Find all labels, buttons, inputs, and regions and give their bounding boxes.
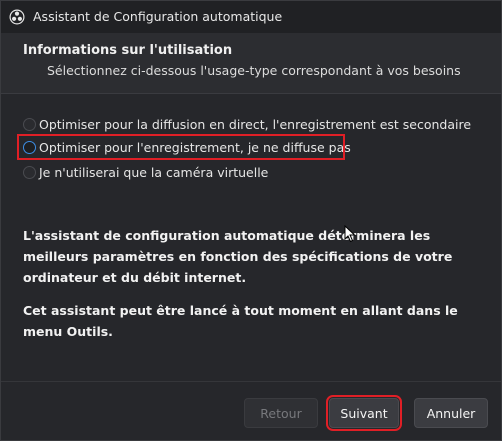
- cancel-button[interactable]: Annuler: [414, 398, 488, 428]
- button-bar: Retour Suivant Annuler: [1, 381, 501, 440]
- page-header: Informations sur l'utilisation Sélection…: [1, 33, 501, 94]
- option-virtual-camera-label: Je n'utiliserai que la caméra virtuelle: [39, 164, 269, 180]
- back-button[interactable]: Retour: [244, 398, 318, 428]
- wizard-window: Assistant de Configuration automatique I…: [0, 0, 502, 441]
- option-recording-label: Optimiser pour l'enregistrement, je ne d…: [39, 139, 351, 155]
- description-text: L'assistant de configuration automatique…: [23, 225, 483, 354]
- option-streaming[interactable]: Optimiser pour la diffusion en direct, l…: [23, 113, 471, 135]
- option-streaming-label: Optimiser pour la diffusion en direct, l…: [39, 116, 472, 132]
- title-bar[interactable]: Assistant de Configuration automatique: [1, 1, 501, 33]
- description-paragraph-2: Cet assistant peut être lancé à tout mom…: [23, 303, 458, 339]
- next-button[interactable]: Suivant: [326, 395, 402, 431]
- mouse-cursor-icon: [344, 225, 356, 243]
- obs-icon: [9, 9, 25, 25]
- page-subtitle: Sélectionnez ci-dessous l'usage-type cor…: [47, 63, 461, 78]
- description-paragraph-1: L'assistant de configuration automatique…: [23, 228, 453, 285]
- option-virtual-camera[interactable]: Je n'utiliserai que la caméra virtuelle: [23, 161, 268, 183]
- window-title: Assistant de Configuration automatique: [33, 9, 283, 24]
- radio-virtual-camera[interactable]: [23, 165, 36, 179]
- radio-streaming[interactable]: [23, 117, 36, 131]
- radio-recording[interactable]: [23, 140, 36, 154]
- option-recording[interactable]: Optimiser pour l'enregistrement, je ne d…: [17, 134, 351, 160]
- page-title: Informations sur l'utilisation: [23, 43, 233, 58]
